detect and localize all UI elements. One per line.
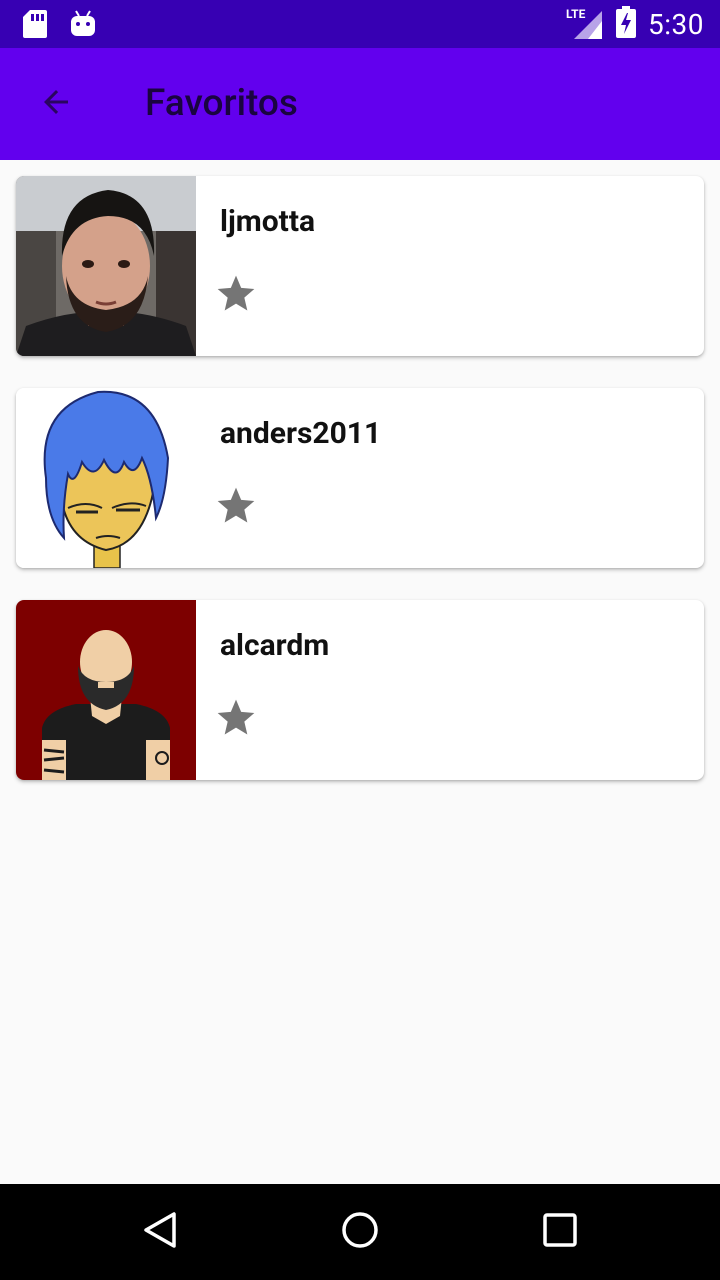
favorite-card[interactable]: anders2011 bbox=[16, 388, 704, 568]
nav-back-button[interactable] bbox=[132, 1208, 188, 1256]
sd-card-icon bbox=[22, 9, 48, 43]
nav-home-button[interactable] bbox=[332, 1208, 388, 1256]
username: anders2011 bbox=[220, 416, 382, 451]
recents-square-icon bbox=[540, 1210, 580, 1254]
star-icon bbox=[214, 487, 258, 532]
avatar bbox=[16, 176, 196, 356]
android-icon bbox=[70, 9, 96, 43]
signal-icon: LTE bbox=[566, 7, 604, 41]
clock: 5:30 bbox=[648, 7, 704, 41]
favorites-list: ljmotta anders2011 alcardm bbox=[16, 176, 704, 812]
status-bar: LTE 5:30 bbox=[0, 0, 720, 48]
star-icon bbox=[214, 275, 258, 320]
favorite-toggle-button[interactable] bbox=[214, 272, 258, 316]
avatar bbox=[16, 600, 196, 780]
page-title: Favoritos bbox=[145, 82, 298, 125]
app-bar: Favoritos bbox=[0, 48, 720, 160]
username: alcardm bbox=[220, 628, 330, 663]
favorite-toggle-button[interactable] bbox=[214, 484, 258, 528]
username: ljmotta bbox=[220, 204, 316, 239]
back-triangle-icon bbox=[140, 1210, 180, 1254]
battery-charging-icon bbox=[616, 6, 636, 42]
favorite-toggle-button[interactable] bbox=[214, 696, 258, 740]
arrow-back-icon bbox=[38, 84, 74, 124]
favorite-card[interactable]: alcardm bbox=[16, 600, 704, 780]
star-icon bbox=[214, 699, 258, 744]
system-nav-bar bbox=[0, 1184, 720, 1280]
nav-recents-button[interactable] bbox=[532, 1208, 588, 1256]
back-button[interactable] bbox=[28, 76, 84, 132]
home-circle-icon bbox=[340, 1210, 380, 1254]
favorite-card[interactable]: ljmotta bbox=[16, 176, 704, 356]
avatar bbox=[16, 388, 196, 568]
